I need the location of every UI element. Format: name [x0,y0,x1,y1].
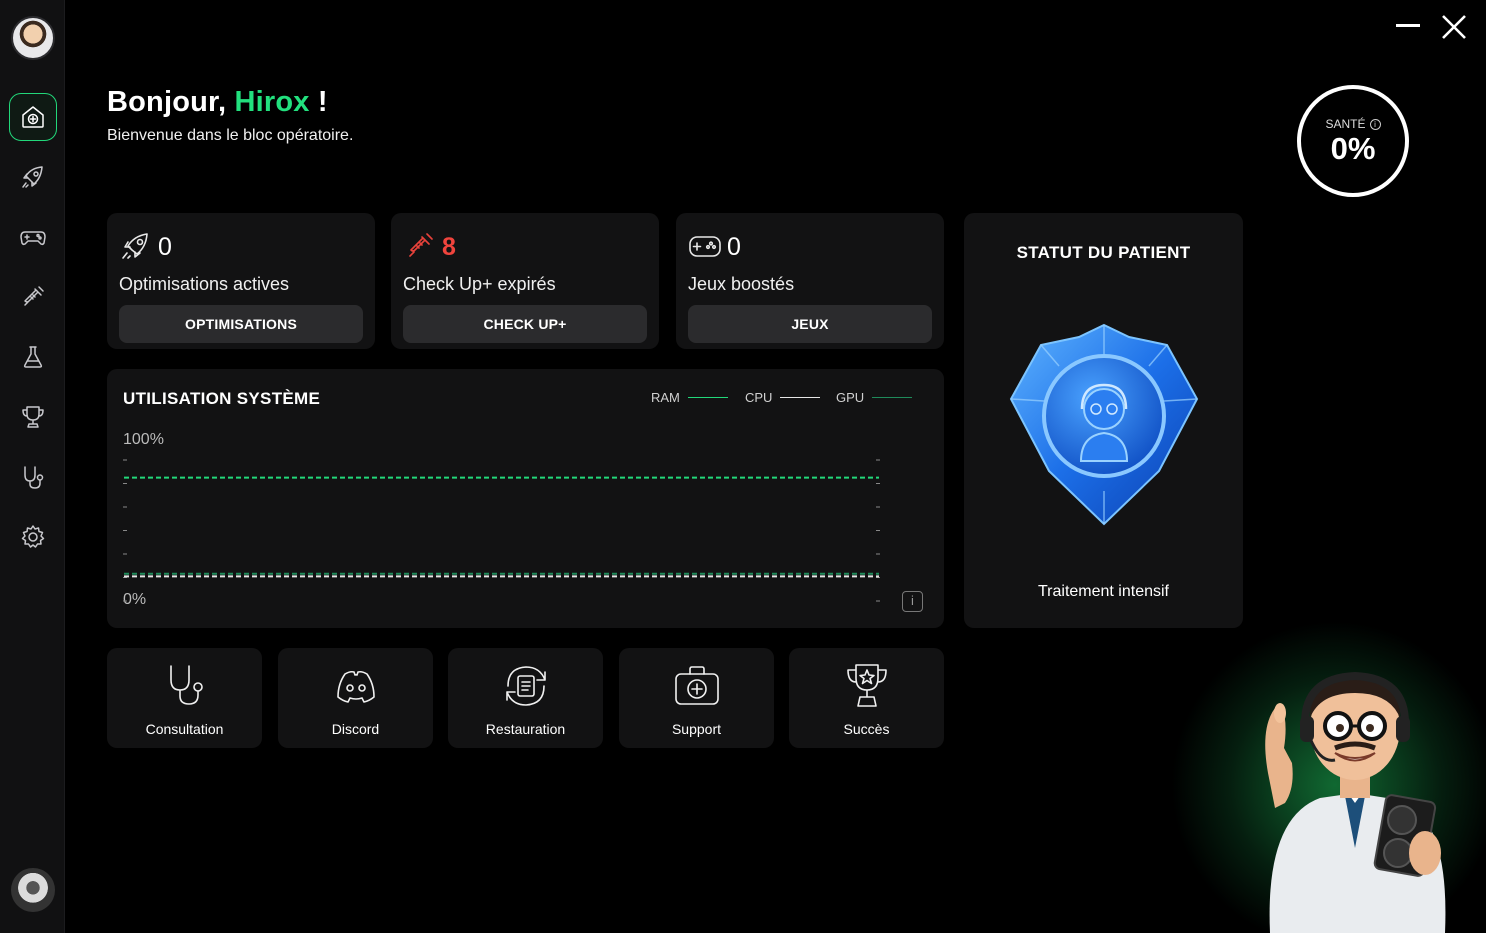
health-gauge[interactable]: SANTÉ i 0% [1297,85,1409,197]
patient-badge-icon [1009,323,1199,526]
restore-icon [500,660,552,712]
discord-icon [330,660,382,712]
user-avatar[interactable] [11,868,55,912]
gear-icon [21,525,45,548]
app-avatar[interactable] [11,16,55,60]
sidebar-item-stethoscope[interactable] [9,453,57,501]
sidebar-item-games[interactable] [9,213,57,261]
stat-card-optimisations: 0 Optimisations actives OPTIMISATIONS [107,213,375,349]
syringe-icon [24,286,44,306]
home-plus-icon [22,106,44,128]
greeting-subtitle: Bienvenue dans le bloc opératoire. [107,127,354,144]
sidebar-item-settings[interactable] [9,513,57,561]
greeting-prefix: Bonjour, [107,86,235,118]
stethoscope-icon [159,660,211,712]
trophy-icon [22,406,44,428]
stat-card-checkup: 8 Check Up+ expirés CHECK UP+ [391,213,659,349]
checkup-button[interactable]: CHECK UP+ [403,305,647,343]
gamepad-icon [20,231,46,246]
patient-title: STATUT DU PATIENT [1016,243,1191,262]
doctor-mascot [1265,671,1446,933]
system-usage-panel: UTILISATION SYSTÈME RAM CPU GPU 100% 0% … [107,369,944,628]
sidebar-item-rocket[interactable] [9,153,57,201]
quick-action-label: Restauration [485,721,566,737]
patient-status-panel: STATUT DU PATIENT Traitement intensif [964,213,1243,628]
stat-value: 8 [442,233,456,261]
sidebar-item-home[interactable] [9,93,57,141]
greeting-suffix: ! [309,86,328,118]
syringe-icon [403,229,437,263]
sidebar-item-syringe[interactable] [9,273,57,321]
quick-action-succes[interactable]: Succès [789,648,944,748]
sidebar [0,0,65,933]
quick-action-restauration[interactable]: Restauration [448,648,603,748]
quick-action-label: Discord [331,721,380,737]
stat-value: 0 [727,233,741,261]
rocket-icon [119,229,153,263]
quick-action-label: Succès [843,721,890,737]
close-button[interactable] [1440,13,1468,41]
stethoscope-icon [24,466,44,489]
stat-label: Optimisations actives [119,274,290,294]
chart-info-button[interactable]: i [902,591,923,612]
trophy-icon [841,660,893,712]
health-label: SANTÉ [1325,117,1366,131]
info-icon[interactable]: i [1369,118,1381,130]
health-label-row: SANTÉ i [1325,117,1381,131]
games-button[interactable]: JEUX [688,305,932,343]
greeting: Bonjour, Hirox ! [107,86,328,119]
stat-label: Check Up+ expirés [403,274,556,294]
stat-value: 0 [158,233,172,261]
flask-icon [23,346,43,368]
quick-action-consultation[interactable]: Consultation [107,648,262,748]
sidebar-item-trophy[interactable] [9,393,57,441]
minimize-button[interactable] [1396,24,1420,27]
stat-card-games: 0 Jeux boostés JEUX [676,213,944,349]
stat-label: Jeux boostés [688,274,795,294]
health-value: 0% [1330,131,1376,166]
user-name: Hirox [234,86,310,118]
quick-action-label: Support [671,721,722,737]
gamepad-icon [688,229,722,263]
quick-action-support[interactable]: Support [619,648,774,748]
usage-chart [123,459,880,602]
patient-status: Traitement intensif [1037,583,1169,600]
medkit-icon [671,660,723,712]
close-icon [1442,15,1466,39]
optimisations-button[interactable]: OPTIMISATIONS [119,305,363,343]
quick-action-discord[interactable]: Discord [278,648,433,748]
sidebar-item-lab[interactable] [9,333,57,381]
rocket-icon [22,166,43,188]
quick-action-label: Consultation [145,721,224,737]
